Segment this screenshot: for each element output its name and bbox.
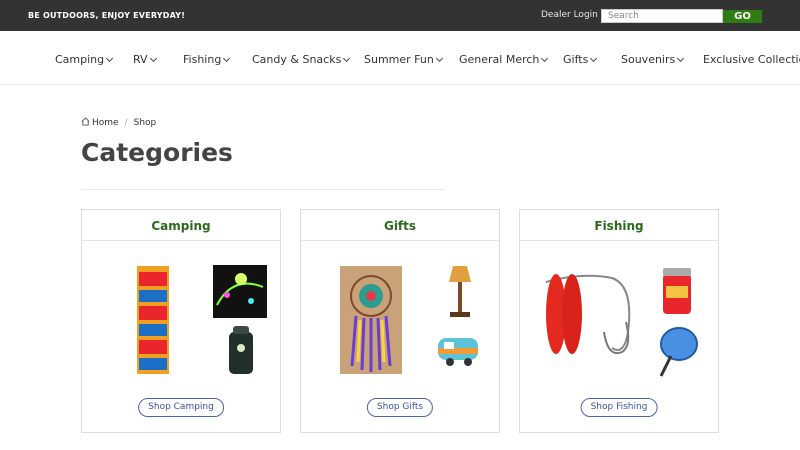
search-input[interactable] (601, 9, 723, 23)
go-button[interactable]: GO (723, 10, 762, 23)
category-title[interactable]: Gifts (301, 210, 499, 241)
nav-item-fishing[interactable]: Fishing (183, 53, 231, 66)
page-title: Categories (81, 138, 233, 167)
home-icon (81, 117, 90, 126)
product-image-landing-net[interactable] (657, 326, 699, 378)
chevron-down-icon (106, 54, 114, 63)
product-image-glow-lights[interactable] (213, 265, 267, 318)
nav-item-camping[interactable]: Camping (55, 53, 114, 66)
breadcrumb: Home / Shop (81, 117, 156, 128)
breadcrumb-current: Shop (133, 118, 157, 128)
product-image-lamp[interactable] (445, 264, 475, 320)
nav-item-souvenirs[interactable]: Souvenirs (621, 53, 685, 66)
nav-item-candy-snacks[interactable]: Candy & Snacks (252, 53, 351, 66)
chevron-down-icon (677, 54, 685, 63)
product-image-dreamcatcher[interactable] (340, 266, 402, 374)
shop-gifts-button[interactable]: Shop Gifts (366, 398, 434, 417)
shop-fishing-button[interactable]: Shop Fishing (580, 398, 658, 417)
product-image-bait-jar[interactable] (661, 268, 693, 314)
nav-item-general-merch[interactable]: General Merch (459, 53, 549, 66)
shop-camping-button[interactable]: Shop Camping (138, 398, 224, 417)
product-image-camper-figurine[interactable] (436, 334, 482, 368)
product-image-bobbers-hook[interactable] (542, 272, 638, 358)
category-title[interactable]: Fishing (520, 210, 718, 241)
divider (81, 189, 445, 190)
chevron-down-icon (149, 54, 157, 63)
nav-item-gifts[interactable]: Gifts (563, 53, 598, 66)
chevron-down-icon (590, 54, 598, 63)
main-nav: Camping RV Fishing Candy & Snacks Summer… (0, 31, 800, 85)
breadcrumb-separator: / (124, 118, 128, 128)
top-bar: BE OUTDOORS, ENJOY EVERYDAY! Dealer Logi… (0, 0, 800, 31)
dealer-login-link[interactable]: Dealer Login (541, 10, 598, 20)
nav-item-summer-fun[interactable]: Summer Fun (364, 53, 443, 66)
chevron-down-icon (541, 54, 549, 63)
chevron-down-icon (435, 54, 443, 63)
nav-item-exclusive-collections[interactable]: Exclusive Collections (703, 53, 800, 66)
category-card-camping: Camping Shop Camping (81, 209, 281, 433)
chevron-down-icon (223, 54, 231, 63)
product-image-cooler-bag[interactable] (227, 326, 255, 376)
tagline: BE OUTDOORS, ENJOY EVERYDAY! (28, 11, 186, 20)
nav-item-rv[interactable]: RV (133, 53, 157, 66)
breadcrumb-home-link[interactable]: Home (92, 118, 119, 128)
product-image-display-box[interactable] (135, 266, 171, 374)
category-title[interactable]: Camping (82, 210, 280, 241)
category-card-gifts: Gifts Shop Gifts (300, 209, 500, 433)
chevron-down-icon (343, 54, 351, 63)
category-card-fishing: Fishing Shop Fishing (519, 209, 719, 433)
